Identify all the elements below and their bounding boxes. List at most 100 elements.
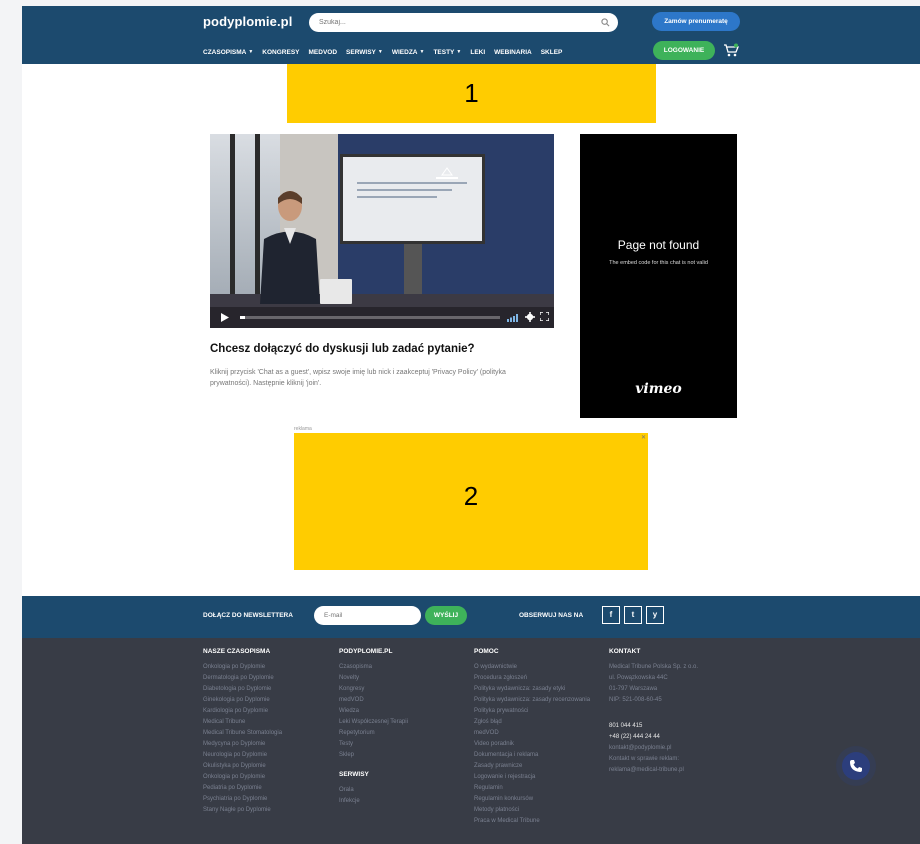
ad-close-icon[interactable]: ✕	[641, 434, 646, 441]
nav-item-label: MEDVOD	[308, 48, 338, 56]
footer-link[interactable]: Medical Tribune	[203, 717, 282, 728]
footer-link[interactable]: Onkologia po Dyplomie	[203, 772, 282, 783]
footer-link[interactable]: Zasady prawnicze	[474, 761, 590, 772]
footer-link[interactable]: Regulamin	[474, 783, 590, 794]
nav-item-wiedza[interactable]: WIEDZA ▼	[392, 46, 425, 58]
footer-link[interactable]: NIP: 521-008-60-45	[609, 695, 698, 706]
nav-item-label: KONGRESY	[262, 48, 300, 56]
footer-link[interactable]: Procedura zgłoszeń	[474, 673, 590, 684]
nav-item-label: CZASOPISMA	[203, 48, 247, 56]
facebook-icon[interactable]: f	[602, 606, 620, 624]
footer-journals-column: NASZE CZASOPISMA Onkologia po Dyplomie De…	[203, 648, 282, 816]
newsletter-label: DOŁĄCZ DO NEWSLETTERA	[203, 612, 293, 619]
main-nav: CZASOPISMA ▼ KONGRESY MEDVOD SERWISY ▼ WIEDZA ▼…	[203, 46, 571, 58]
video-progress-bar[interactable]	[240, 316, 500, 319]
footer-journals-title: NASZE CZASOPISMA	[203, 648, 271, 655]
footer-link[interactable]: Stany Nagłe po Dyplomie	[203, 805, 282, 816]
search-bar[interactable]	[309, 13, 618, 32]
site-header: podyplomie.pl Zamów prenumeratę CZASOPIS…	[22, 6, 920, 64]
footer-link[interactable]: Novelty	[339, 673, 408, 684]
footer-link[interactable]: Polityka wydawnicza: zasady etyki	[474, 684, 590, 695]
newsletter-email-input[interactable]	[314, 606, 421, 625]
video-player[interactable]	[210, 134, 554, 328]
footer-link[interactable]: Psychiatria po Dyplomie	[203, 794, 282, 805]
search-icon[interactable]	[601, 18, 610, 27]
footer-link[interactable]: Polityka prywatności	[474, 706, 590, 717]
footer-link[interactable]: Praca w Medical Tribune	[474, 816, 590, 827]
footer-link[interactable]: reklama@medical-tribune.pl	[609, 765, 698, 776]
footer-link[interactable]: Regulamin konkursów	[474, 794, 590, 805]
footer-link[interactable]: Neurologia po Dyplomie	[203, 750, 282, 761]
footer-link[interactable]: Kontakt w sprawie reklam:	[609, 754, 698, 765]
footer-link[interactable]: Pediatria po Dyplomie	[203, 783, 282, 794]
footer-link[interactable]: 801 044 415	[609, 721, 698, 732]
footer-link[interactable]: Sklep	[339, 750, 408, 761]
footer-link[interactable]: Medical Tribune Polska Sp. z o.o.	[609, 662, 698, 673]
nav-item-testy[interactable]: TESTY ▼	[433, 46, 461, 58]
footer-link[interactable]: Medycyna po Dyplomie	[203, 739, 282, 750]
footer-link[interactable]: Okulistyka po Dyplomie	[203, 761, 282, 772]
footer-link[interactable]: Polityka wydawnicza: zasady recenzowania	[474, 695, 590, 706]
login-button[interactable]: LOGOWANIE	[653, 41, 715, 60]
footer-link[interactable]: medVOD	[474, 728, 590, 739]
gear-icon[interactable]	[525, 312, 535, 322]
footer-services-title: SERWISY	[339, 771, 369, 778]
nav-item-czasopisma[interactable]: CZASOPISMA ▼	[203, 46, 253, 58]
twitter-icon[interactable]: t	[624, 606, 642, 624]
nav-item-label: WIEDZA	[391, 48, 418, 56]
nav-item-medvod[interactable]: MEDVOD	[309, 46, 338, 58]
volume-icon[interactable]	[507, 314, 519, 322]
ad-banner-2[interactable]: 2 ✕	[294, 433, 648, 570]
play-icon[interactable]	[220, 312, 230, 323]
footer-link[interactable]: Video poradnik	[474, 739, 590, 750]
footer-link[interactable]: ul. Powązkowska 44C	[609, 673, 698, 684]
site-logo[interactable]: podyplomie.pl	[203, 14, 292, 29]
footer-link[interactable]: Metody płatności	[474, 805, 590, 816]
footer-link[interactable]: medVOD	[339, 695, 408, 706]
vimeo-chat-embed[interactable]: Page not found The embed code for this c…	[580, 134, 737, 418]
vimeo-logo[interactable]: vimeo	[580, 381, 737, 397]
ad-banner-1[interactable]: 1	[287, 64, 656, 123]
footer-link[interactable]: Orala	[339, 785, 408, 796]
search-input[interactable]	[319, 16, 589, 29]
footer-link[interactable]: Kardiologia po Dyplomie	[203, 706, 282, 717]
footer-link[interactable]: Zgłoś błąd	[474, 717, 590, 728]
footer-link[interactable]: O wydawnictwie	[474, 662, 590, 673]
footer-link[interactable]: Testy	[339, 739, 408, 750]
fullscreen-icon[interactable]	[540, 312, 549, 321]
nav-item-leki[interactable]: LEKI	[470, 46, 485, 58]
footer-link[interactable]: Dokumentacja i reklama	[474, 750, 590, 761]
phone-icon	[850, 760, 862, 772]
footer-link[interactable]: Dermatologia po Dyplomie	[203, 673, 282, 684]
video-scene-screen	[340, 154, 485, 244]
nav-item-kongresy[interactable]: KONGRESY	[262, 46, 299, 58]
footer-link[interactable]: Czasopisma	[339, 662, 408, 673]
nav-item-serwisy[interactable]: SERWISY ▼	[346, 46, 383, 58]
nav-item-webinaria[interactable]: WEBINARIA	[494, 46, 532, 58]
footer-link[interactable]: Kongresy	[339, 684, 408, 695]
newsletter-send-button[interactable]: WYŚLIJ	[425, 606, 467, 625]
footer-link[interactable]: +48 (22) 444 24 44	[609, 732, 698, 743]
footer-link[interactable]: Medical Tribune Stomatologia	[203, 728, 282, 739]
footer-link[interactable]: kontakt@podyplomie.pl	[609, 743, 698, 754]
footer-site-title: PODYPLOMIE.PL	[339, 648, 393, 655]
footer-help-title: POMOC	[474, 648, 499, 655]
cart-icon[interactable]	[723, 43, 739, 57]
footer-link[interactable]: Logowanie i rejestracja	[474, 772, 590, 783]
presenter-figure	[260, 191, 320, 304]
video-scene-laptop	[320, 279, 352, 304]
footer-link[interactable]: 01-797 Warszawa	[609, 684, 698, 695]
youtube-icon[interactable]: y	[646, 606, 664, 624]
footer-help-column: POMOC O wydawnictwie Procedura zgłoszeń Po…	[474, 648, 590, 827]
footer-link[interactable]: Onkologia po Dyplomie	[203, 662, 282, 673]
footer-link[interactable]: Infekcje	[339, 796, 408, 807]
vimeo-error-title: Page not found	[617, 238, 700, 252]
footer-link[interactable]: Repetytorium	[339, 728, 408, 739]
footer-link[interactable]: Leki Współczesnej Terapii	[339, 717, 408, 728]
footer-link[interactable]: Diabetologia po Dyplomie	[203, 684, 282, 695]
footer-link[interactable]: Wiedza	[339, 706, 408, 717]
subscribe-button[interactable]: Zamów prenumeratę	[652, 12, 740, 31]
footer-link[interactable]: Ginekologia po Dyplomie	[203, 695, 282, 706]
call-button[interactable]	[842, 752, 870, 780]
nav-item-sklep[interactable]: SKLEP	[541, 46, 563, 58]
